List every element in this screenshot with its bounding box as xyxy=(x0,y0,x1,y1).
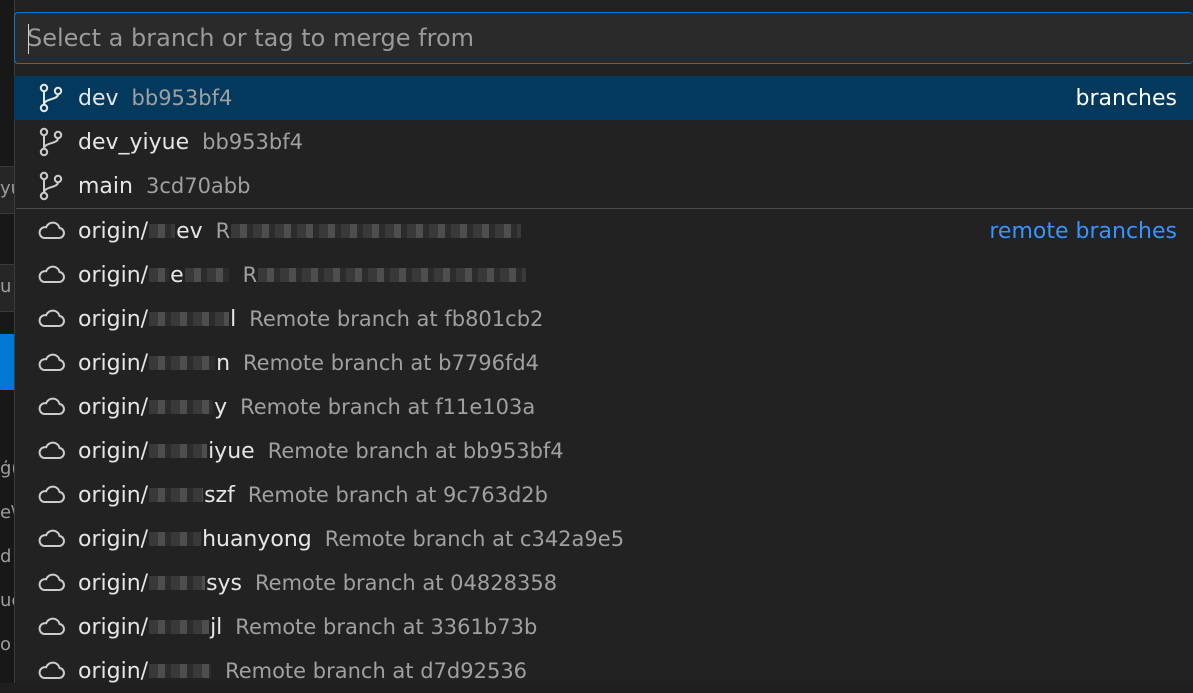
redacted-text xyxy=(149,576,206,590)
background-text: u xyxy=(0,276,12,297)
branch-name-visible: y xyxy=(214,394,228,420)
cloud-icon xyxy=(36,392,66,422)
remote-branch-item[interactable]: origin/jl Remote branch at 3361b73b xyxy=(14,605,1193,649)
cloud-icon xyxy=(36,612,66,642)
branch-name-visible: l xyxy=(230,306,237,332)
remote-branch-item[interactable]: origin/y Remote branch at f11e103a xyxy=(14,385,1193,429)
redacted-text xyxy=(149,664,212,678)
branch-description: Remote branch at 04828358 xyxy=(255,571,558,595)
branch-prefix: origin/ xyxy=(78,570,149,596)
branch-prefix: origin/ xyxy=(78,438,149,464)
background-highlight xyxy=(0,334,14,390)
text-caret xyxy=(28,24,29,54)
branch-hash: bb953bf4 xyxy=(131,86,233,110)
redacted-text xyxy=(149,488,204,502)
redacted-text xyxy=(149,444,208,458)
redacted-text xyxy=(149,224,176,238)
cloud-icon xyxy=(36,568,66,598)
branch-prefix: origin/ xyxy=(78,350,149,376)
remote-branch-item[interactable]: origin/ Remote branch at d7d92536 xyxy=(14,649,1193,693)
branch-description: Remote branch at b7796fd4 xyxy=(243,351,540,375)
background-text: ģ( xyxy=(0,458,14,479)
remote-branch-item[interactable]: origin/e R xyxy=(14,253,1193,297)
branch-description: Remote branch at bb953bf4 xyxy=(267,439,564,463)
redacted-text xyxy=(184,268,229,282)
branch-prefix: origin/ xyxy=(78,658,149,684)
branch-description: Remote branch at c342a9e5 xyxy=(324,527,625,551)
branch-prefix: origin/ xyxy=(78,262,149,288)
branch-item-dev-yiyue[interactable]: dev_yiyue bb953bf4 xyxy=(14,120,1193,164)
background-text: o xyxy=(0,634,12,655)
branch-item-main[interactable]: main 3cd70abb xyxy=(14,164,1193,208)
branch-name-visible: ev xyxy=(176,218,203,244)
redacted-text xyxy=(149,268,170,282)
cloud-icon xyxy=(36,436,66,466)
branch-name: main xyxy=(78,173,133,199)
branch-hash: 3cd70abb xyxy=(145,174,251,198)
redacted-text xyxy=(149,532,202,546)
redacted-text xyxy=(231,224,522,238)
remote-branch-item[interactable]: origin/l Remote branch at fb801cb2 xyxy=(14,297,1193,341)
redacted-text xyxy=(149,400,214,414)
branch-name-visible: szf xyxy=(204,482,235,508)
branch-description: Remote branch at 3361b73b xyxy=(235,615,538,639)
cloud-icon xyxy=(36,480,66,510)
redacted-text xyxy=(258,268,527,282)
branch-search-input[interactable] xyxy=(15,13,1193,63)
cloud-icon xyxy=(36,656,66,686)
background-text: yu xyxy=(0,178,14,199)
remote-branch-item[interactable]: origin/szf Remote branch at 9c763d2b xyxy=(14,473,1193,517)
remote-branch-item[interactable]: origin/iyue Remote branch at bb953bf4 xyxy=(14,429,1193,473)
remote-branch-item[interactable]: origin/huanyong Remote branch at c342a9e… xyxy=(14,517,1193,561)
branch-description: Remote branch at fb801cb2 xyxy=(249,307,544,331)
branch-name-visible: e xyxy=(170,262,184,288)
group-label-branches: branches xyxy=(1075,85,1177,111)
background-editor-strip: yu u ģ( e\ d uc o xyxy=(0,0,15,683)
cloud-icon xyxy=(36,216,66,246)
git-branch-icon xyxy=(36,127,66,157)
cloud-icon xyxy=(36,348,66,378)
branch-description: Remote branch at d7d92536 xyxy=(225,659,528,683)
remote-branch-item[interactable]: origin/ev R remote branches xyxy=(14,209,1193,253)
branch-prefix: origin/ xyxy=(78,526,149,552)
branch-name-visible: sys xyxy=(206,570,243,596)
branch-name-visible: huanyong xyxy=(202,526,312,552)
branch-item-dev[interactable]: dev bb953bf4 branches xyxy=(14,76,1193,120)
cloud-icon xyxy=(36,260,66,290)
git-branch-icon xyxy=(36,171,66,201)
background-text: d xyxy=(0,546,12,567)
branch-description: R xyxy=(242,263,258,287)
branch-name-visible: jl xyxy=(210,614,223,640)
cloud-icon xyxy=(36,524,66,554)
branch-description: Remote branch at 9c763d2b xyxy=(247,483,548,507)
branch-name: dev xyxy=(78,85,119,111)
branch-prefix: origin/ xyxy=(78,306,149,332)
branch-description: R xyxy=(215,219,231,243)
branch-name-visible: iyue xyxy=(208,438,255,464)
branch-prefix: origin/ xyxy=(78,614,149,640)
branch-name: dev_yiyue xyxy=(78,129,190,155)
redacted-text xyxy=(149,620,210,634)
background-text: uc xyxy=(0,590,14,611)
remote-branch-item[interactable]: origin/sys Remote branch at 04828358 xyxy=(14,561,1193,605)
branch-hash: bb953bf4 xyxy=(202,130,303,154)
redacted-text xyxy=(149,312,230,326)
branch-search-box[interactable] xyxy=(14,12,1193,64)
git-branch-icon xyxy=(36,83,66,113)
branch-description: Remote branch at f11e103a xyxy=(240,395,536,419)
cloud-icon xyxy=(36,304,66,334)
branch-list: dev bb953bf4 branches dev_yiyue bb953bf4… xyxy=(14,76,1193,693)
branch-prefix: origin/ xyxy=(78,394,149,420)
group-label-remote-branches: remote branches xyxy=(989,218,1177,244)
branch-name-visible: n xyxy=(216,350,231,376)
redacted-text xyxy=(149,356,216,370)
remote-branch-item[interactable]: origin/n Remote branch at b7796fd4 xyxy=(14,341,1193,385)
branch-prefix: origin/ xyxy=(78,482,149,508)
background-text: e\ xyxy=(0,502,14,523)
branch-prefix: origin/ xyxy=(78,218,149,244)
